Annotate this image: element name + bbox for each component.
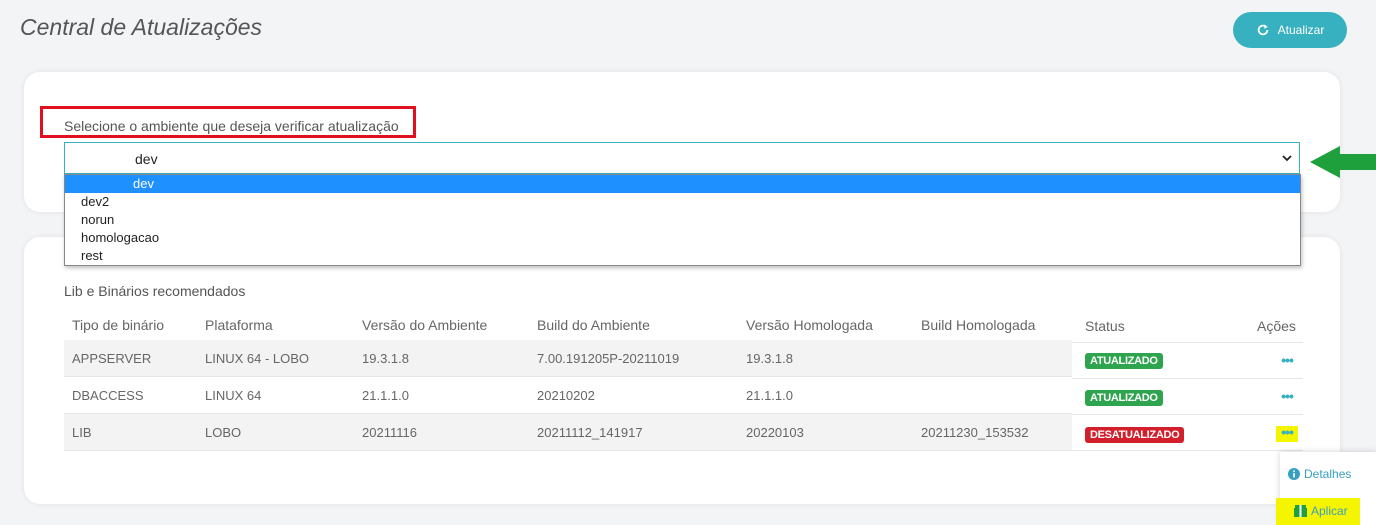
- cell-versao-ambiente: 19.3.1.8: [362, 351, 409, 366]
- cell-versao-homologada: 20220103: [746, 425, 804, 440]
- col-acoes: Ações: [1257, 318, 1296, 334]
- status-badge: DESATUALIZADO: [1085, 427, 1185, 443]
- binaries-table: APPSERVER LINUX 64 - LOBO 19.3.1.8 7.00.…: [64, 340, 1072, 451]
- col-versao-homologada: Versão Homologada: [746, 317, 873, 333]
- dropdown-option-rest[interactable]: rest: [65, 247, 1300, 265]
- dropdown-option-norun[interactable]: norun: [65, 211, 1300, 229]
- menu-item-label: Aplicar: [1311, 504, 1348, 518]
- cell-plataforma: LINUX 64 - LOBO: [205, 351, 310, 366]
- cell-tipo: APPSERVER: [72, 351, 152, 366]
- refresh-icon: [1257, 24, 1268, 36]
- col-plataforma: Plataforma: [205, 317, 273, 333]
- cell-versao-homologada: 19.3.1.8: [746, 351, 793, 366]
- divider: [1072, 414, 1303, 415]
- menu-item-aplicar[interactable]: Aplicar: [1294, 504, 1348, 518]
- status-badge: ATUALIZADO: [1085, 353, 1163, 369]
- info-icon: [1288, 468, 1300, 480]
- dropdown-option-dev[interactable]: dev: [65, 175, 1300, 193]
- cell-plataforma: LOBO: [205, 425, 242, 440]
- col-build-homologada: Build Homologada: [921, 317, 1036, 333]
- table-row: DBACCESS LINUX 64 21.1.1.0 20210202 21.1…: [64, 377, 1072, 414]
- table-row: APPSERVER LINUX 64 - LOBO 19.3.1.8 7.00.…: [64, 340, 1072, 377]
- divider: [1072, 450, 1303, 451]
- section-title: Lib e Binários recomendados: [64, 283, 246, 299]
- annotation-red-box: [40, 106, 416, 138]
- status-badge: ATUALIZADO: [1085, 390, 1163, 406]
- chevron-down-icon: [1282, 155, 1292, 162]
- col-status: Status: [1085, 318, 1125, 334]
- divider: [1072, 378, 1303, 379]
- divider: [1072, 342, 1303, 343]
- cell-versao-homologada: 21.1.1.0: [746, 388, 793, 403]
- environment-select[interactable]: dev: [64, 142, 1300, 174]
- cell-build-ambiente: 20211112_141917: [537, 425, 643, 440]
- row-actions-button[interactable]: •••: [1276, 389, 1298, 406]
- cell-versao-ambiente: 21.1.1.0: [362, 388, 409, 403]
- dropdown-option-dev2[interactable]: dev2: [65, 193, 1300, 211]
- annotation-arrow-icon: [1310, 146, 1376, 178]
- table-row: LIB LOBO 20211116 20211112_141917 202201…: [64, 414, 1072, 451]
- col-tipo: Tipo de binário: [72, 317, 165, 333]
- menu-item-detalhes[interactable]: Detalhes: [1288, 467, 1351, 481]
- dropdown-option-homologacao[interactable]: homologacao: [65, 229, 1300, 247]
- cell-tipo: LIB: [72, 425, 92, 440]
- refresh-label: Atualizar: [1277, 23, 1325, 37]
- page-title: Central de Atualizações: [20, 14, 263, 40]
- environment-select-value: dev: [135, 151, 158, 167]
- cell-tipo: DBACCESS: [72, 388, 144, 403]
- col-build-ambiente: Build do Ambiente: [537, 317, 650, 333]
- row-actions-button[interactable]: •••: [1276, 425, 1298, 442]
- col-versao-ambiente: Versão do Ambiente: [362, 317, 488, 333]
- menu-item-label: Detalhes: [1304, 467, 1352, 481]
- cell-build-ambiente: 7.00.191205P-20211019: [537, 351, 680, 366]
- package-icon: [1294, 505, 1307, 517]
- cell-versao-ambiente: 20211116: [362, 425, 417, 440]
- row-actions-button[interactable]: •••: [1276, 353, 1298, 370]
- cell-plataforma: LINUX 64: [205, 388, 262, 403]
- refresh-button[interactable]: Atualizar: [1233, 12, 1347, 48]
- environment-dropdown: dev dev2 norun homologacao rest: [64, 174, 1301, 266]
- cell-build-ambiente: 20210202: [537, 388, 595, 403]
- cell-build-homologada: 20211230_153532: [921, 425, 1029, 440]
